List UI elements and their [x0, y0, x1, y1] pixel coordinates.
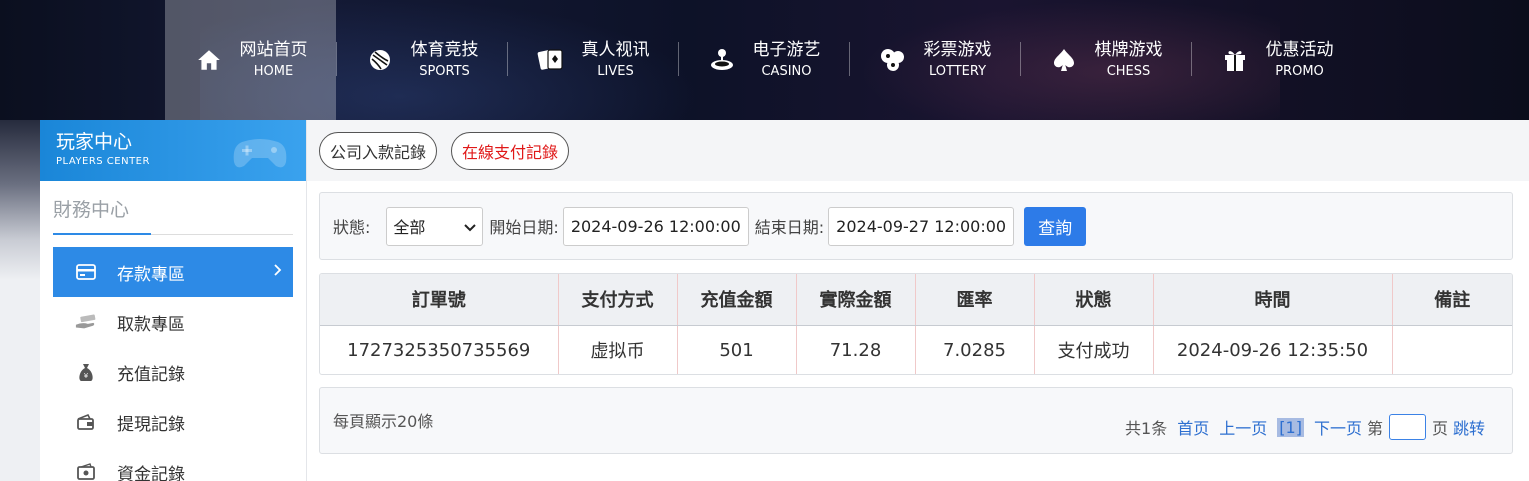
start-date-label: 開始日期:	[489, 218, 559, 237]
sidebar-menu: 存款專區 取款專區 ¥ 充值記錄 提現記錄 資金記錄	[40, 247, 306, 481]
nav-sublabel: CASINO	[761, 64, 812, 79]
status-label: 狀態:	[333, 218, 371, 237]
col-time: 時間	[1153, 274, 1393, 326]
nav-label: 网站首页	[239, 40, 308, 60]
sidebar-item-label: 存款專區	[117, 264, 185, 285]
lottery-balls-icon	[878, 45, 908, 75]
gamepad-icon	[230, 132, 290, 176]
jump-button[interactable]: 跳转	[1453, 415, 1485, 439]
nav-sublabel: PROMO	[1275, 64, 1324, 79]
nav-lottery[interactable]: 彩票游戏 LOTTERY	[849, 0, 1020, 120]
col-status: 狀態	[1034, 274, 1154, 326]
sidebar-item-fund-records[interactable]: 資金記錄	[53, 447, 293, 481]
cell-order-number: 1727325350735569	[320, 325, 559, 374]
tab-online-payment-records[interactable]: 在線支付記錄	[451, 131, 570, 170]
tab-company-deposit-records[interactable]: 公司入款記錄	[319, 131, 438, 170]
sidebar-item-withdraw[interactable]: 取款專區	[53, 297, 293, 347]
sidebar-item-label: 充值記錄	[117, 364, 185, 385]
start-date-input[interactable]: 2024-09-26 12:00:00	[562, 206, 749, 246]
pagination-panel: 每頁顯示20條 共1条 首页 上一页 [1] 下一页 第 页 跳转	[319, 387, 1513, 454]
nav-sublabel: HOME	[253, 64, 294, 79]
nav-casino[interactable]: 电子游艺 CASINO	[678, 0, 849, 120]
svg-text:¥: ¥	[84, 372, 89, 380]
end-date-input[interactable]: 2024-09-27 12:00:00	[828, 206, 1015, 246]
table-row: 1727325350735569 虚拟币 501 71.28 7.0285 支付…	[320, 325, 1512, 374]
cards-icon	[536, 45, 566, 75]
funds-icon	[75, 461, 97, 481]
total-count: 共1条	[1125, 419, 1168, 438]
page-number-input[interactable]	[1388, 414, 1426, 440]
sidebar-item-deposit[interactable]: 存款專區	[53, 247, 293, 297]
wallet-icon	[75, 411, 97, 433]
sidebar: 玩家中心 PLAYERS CENTER 財務中心 存款專區 取款專區 ¥ 充值記…	[40, 120, 307, 481]
goto-prefix: 第	[1366, 419, 1383, 438]
nav-promo[interactable]: 优惠活动 PROMO	[1191, 0, 1362, 120]
per-page-text: 每頁顯示20條	[333, 412, 434, 431]
next-page-link[interactable]: 下一页	[1314, 415, 1362, 439]
col-payment-method: 支付方式	[558, 274, 678, 326]
nav-sublabel: CHESS	[1106, 64, 1151, 79]
sidebar-item-label: 取款專區	[117, 314, 185, 335]
first-page-link[interactable]: 首页	[1177, 415, 1209, 439]
col-recharge-amount: 充值金額	[677, 274, 797, 326]
gift-icon	[1220, 45, 1250, 75]
nav-sublabel: SPORTS	[419, 64, 470, 79]
cell-time: 2024-09-26 12:35:50	[1153, 325, 1393, 374]
sidebar-item-withdraw-records[interactable]: 提現記錄	[53, 397, 293, 447]
top-navigation-bar: 网站首页 HOME 体育竞技 SPORTS 真人视讯 LIVES 电子游艺 CA…	[0, 0, 1529, 120]
cell-recharge-amount: 501	[677, 325, 797, 374]
end-date-label: 結束日期:	[754, 218, 825, 237]
record-tabs: 公司入款記錄 在線支付記錄	[307, 120, 1529, 181]
search-button[interactable]: 查詢	[1024, 206, 1087, 246]
table-header-row: 訂單號 支付方式 充值金額 實際金額 匯率 狀態 時間 備註	[320, 274, 1512, 326]
sidebar-item-label: 資金記錄	[117, 464, 185, 481]
nav-label: 体育竞技	[410, 40, 479, 60]
col-actual-amount: 實際金額	[796, 274, 916, 326]
nav-home[interactable]: 网站首页 HOME	[165, 0, 336, 120]
nav-label: 彩票游戏	[923, 40, 992, 60]
cell-payment-method: 虚拟币	[558, 325, 678, 374]
card-icon	[75, 261, 97, 283]
nav-label: 棋牌游戏	[1094, 40, 1163, 60]
records-table: 訂單號 支付方式 充值金額 實際金額 匯率 狀態 時間 備註 172732535…	[319, 273, 1513, 375]
cell-exchange-rate: 7.0285	[915, 325, 1035, 374]
nav-sublabel: LIVES	[597, 64, 634, 79]
status-select-value: 全部	[393, 218, 426, 237]
sidebar-item-label: 提現記錄	[117, 414, 185, 435]
finance-center-heading: 財務中心	[53, 195, 293, 235]
cell-status: 支付成功	[1034, 325, 1154, 374]
cell-actual-amount: 71.28	[796, 325, 916, 374]
nav-label: 优惠活动	[1265, 40, 1334, 60]
nav-sublabel: LOTTERY	[928, 64, 987, 79]
joystick-icon	[707, 45, 737, 75]
nav-label: 电子游艺	[752, 40, 821, 60]
nav-lives[interactable]: 真人视讯 LIVES	[507, 0, 678, 120]
nav-sports[interactable]: 体育竞技 SPORTS	[336, 0, 507, 120]
cash-hand-icon	[75, 311, 97, 333]
col-order-number: 訂單號	[320, 274, 559, 326]
sidebar-item-deposit-records[interactable]: ¥ 充值記錄	[53, 347, 293, 397]
col-remarks: 備註	[1392, 274, 1512, 326]
pagination: 共1条 首页 上一页 [1] 下一页 第 页 跳转	[1125, 414, 1490, 440]
spade-icon	[1049, 45, 1079, 75]
chevron-down-icon	[464, 217, 477, 236]
chevron-right-icon	[273, 262, 283, 282]
main-nav: 网站首页 HOME 体育竞技 SPORTS 真人视讯 LIVES 电子游艺 CA…	[165, 0, 1362, 120]
background-decoration	[0, 120, 40, 280]
col-exchange-rate: 匯率	[915, 274, 1035, 326]
money-bag-icon: ¥	[75, 361, 97, 383]
goto-suffix: 页	[1431, 419, 1448, 438]
main-content: 公司入款記錄 在線支付記錄 狀態: 全部 開始日期: 2024-09-26 12…	[307, 120, 1529, 481]
status-select[interactable]: 全部	[386, 206, 484, 246]
home-icon	[194, 45, 224, 75]
ball-icon	[365, 45, 395, 75]
filter-panel: 狀態: 全部 開始日期: 2024-09-26 12:00:00 結束日期: 2…	[319, 192, 1513, 260]
players-center-header: 玩家中心 PLAYERS CENTER	[40, 120, 306, 181]
nav-label: 真人视讯	[581, 40, 650, 60]
nav-chess[interactable]: 棋牌游戏 CHESS	[1020, 0, 1191, 120]
prev-page-link[interactable]: 上一页	[1219, 415, 1267, 439]
cell-remarks	[1392, 325, 1512, 374]
current-page: [1]	[1277, 417, 1304, 437]
